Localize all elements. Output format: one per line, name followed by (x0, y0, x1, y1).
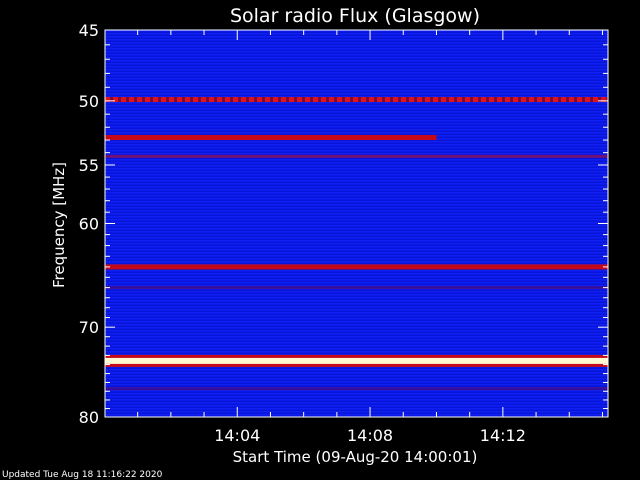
y-tick-label: 60 (79, 215, 99, 234)
x-tick-label: 14:12 (480, 426, 526, 445)
x-axis-label: Start Time (09-Aug-20 14:00:01) (233, 448, 478, 466)
band-1 (105, 135, 437, 141)
y-axis-label: Frequency [MHz] (50, 162, 68, 288)
band-5 (105, 357, 608, 364)
y-tick-label: 50 (79, 92, 99, 111)
chart-title: Solar radio Flux (Glasgow) (230, 5, 480, 27)
y-tick-label: 45 (79, 21, 99, 40)
band-6 (105, 387, 608, 391)
x-tick-label: 14:08 (347, 426, 393, 445)
y-tick-label: 55 (79, 156, 99, 175)
x-tick-label: 14:04 (214, 426, 260, 445)
band-0 (105, 97, 608, 103)
spectrogram-chart: Solar radio Flux (Glasgow) 455055607080 … (2, 5, 609, 480)
footer-updated-text: Updated Tue Aug 18 11:16:22 2020 (2, 470, 163, 480)
band-4 (105, 286, 608, 290)
y-tick-label: 80 (79, 408, 99, 427)
band-3 (105, 264, 608, 270)
band-2 (105, 154, 608, 158)
y-tick-label: 70 (79, 318, 99, 337)
